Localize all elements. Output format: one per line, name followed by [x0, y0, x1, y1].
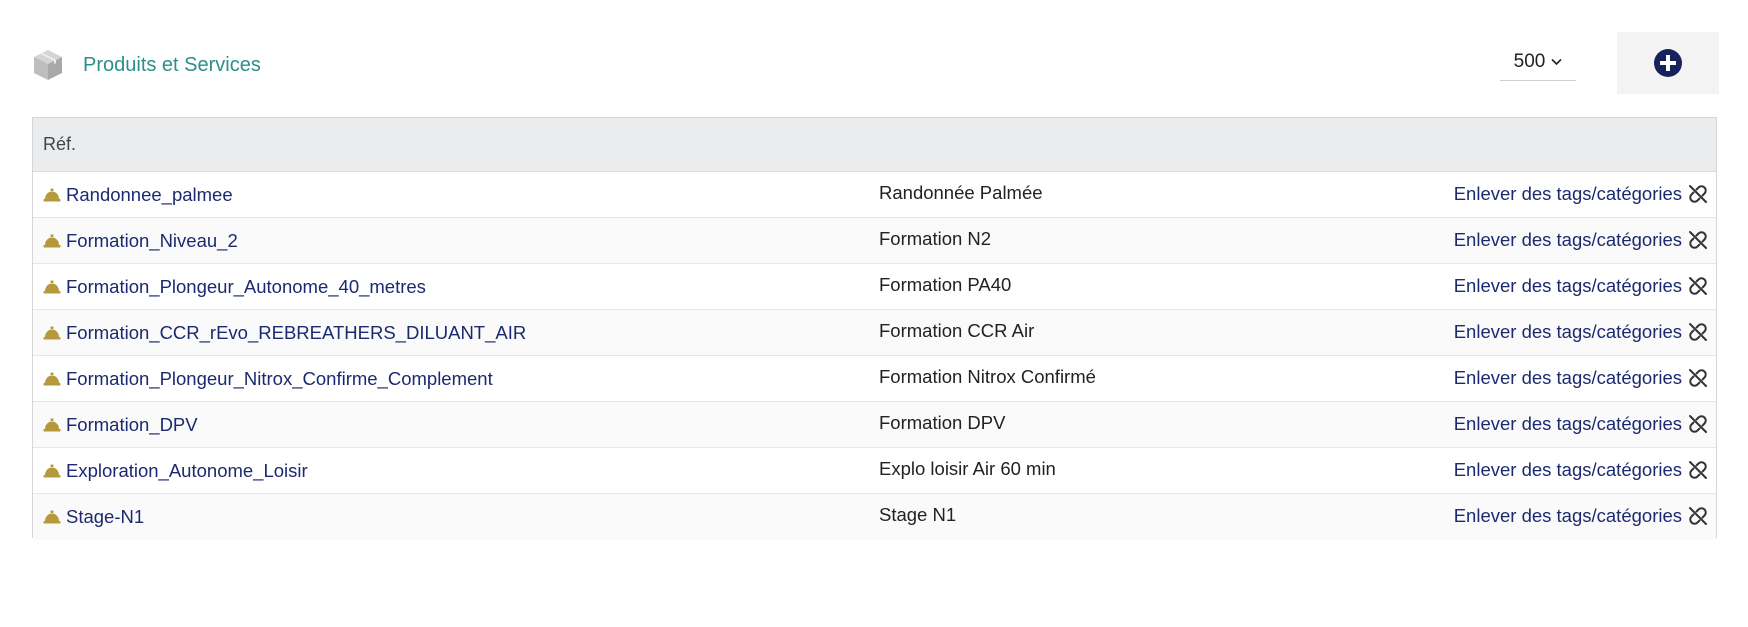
product-ref-link[interactable]: Formation_Niveau_2 — [43, 230, 238, 252]
product-ref: Stage-N1 — [66, 506, 145, 527]
unlink-icon — [1689, 369, 1707, 387]
section-header: Produits et Services 500 — [32, 32, 1719, 94]
service-bell-icon — [43, 280, 61, 294]
unlink-icon — [1689, 231, 1707, 249]
remove-tags-link[interactable]: Enlever des tags/catégories — [1454, 367, 1708, 389]
table-row: Randonnee_palmee Randonnée Palmée Enleve… — [33, 172, 1716, 218]
product-ref-link[interactable]: Exploration_Autonome_Loisir — [43, 460, 308, 482]
remove-tags-label: Enlever des tags/catégories — [1453, 321, 1682, 342]
plus-circle-icon — [1654, 49, 1682, 77]
product-label: Formation DPV — [879, 412, 1006, 433]
page-size-select[interactable]: 500 — [1500, 44, 1576, 81]
page-size-value: 500 — [1513, 51, 1546, 72]
table-row: Formation_Niveau_2 Formation N2 Enlever … — [33, 218, 1716, 264]
product-ref-link[interactable]: Formation_Plongeur_Nitrox_Confirme_Compl… — [43, 368, 493, 390]
product-ref: Exploration_Autonome_Loisir — [66, 460, 308, 481]
product-ref: Formation_Plongeur_Autonome_40_metres — [66, 276, 426, 297]
unlink-icon — [1689, 277, 1707, 295]
product-label: Formation PA40 — [879, 274, 1012, 295]
service-bell-icon — [43, 418, 61, 432]
remove-tags-link[interactable]: Enlever des tags/catégories — [1454, 183, 1708, 205]
remove-tags-link[interactable]: Enlever des tags/catégories — [1454, 321, 1708, 343]
product-ref: Formation_Plongeur_Nitrox_Confirme_Compl… — [66, 368, 493, 389]
product-label: Explo loisir Air 60 min — [879, 458, 1056, 479]
table-body: Randonnee_palmee Randonnée Palmée Enleve… — [33, 172, 1716, 540]
remove-tags-link[interactable]: Enlever des tags/catégories — [1454, 229, 1708, 251]
products-table: Réf. Randonnee_palmee Randonnée Palmée E… — [32, 117, 1717, 540]
table-row: Formation_CCR_rEvo_REBREATHERS_DILUANT_A… — [33, 310, 1716, 356]
remove-tags-link[interactable]: Enlever des tags/catégories — [1454, 505, 1708, 527]
page-title[interactable]: Produits et Services — [83, 54, 261, 77]
add-button[interactable] — [1617, 32, 1719, 94]
table-row: Formation_DPV Formation DPV Enlever des … — [33, 402, 1716, 448]
service-bell-icon — [43, 372, 61, 386]
product-ref-link[interactable]: Randonnee_palmee — [43, 184, 233, 206]
unlink-icon — [1689, 507, 1707, 525]
chevron-down-icon — [1551, 58, 1562, 66]
product-ref-link[interactable]: Stage-N1 — [43, 506, 144, 528]
table-row: Stage-N1 Stage N1 Enlever des tags/catég… — [33, 494, 1716, 540]
service-bell-icon — [43, 234, 61, 248]
product-label: Randonnée Palmée — [879, 182, 1043, 203]
unlink-icon — [1689, 185, 1707, 203]
remove-tags-link[interactable]: Enlever des tags/catégories — [1454, 413, 1708, 435]
product-ref-link[interactable]: Formation_DPV — [43, 414, 198, 436]
service-bell-icon — [43, 510, 61, 524]
table-row: Formation_Plongeur_Autonome_40_metres Fo… — [33, 264, 1716, 310]
remove-tags-label: Enlever des tags/catégories — [1453, 275, 1682, 296]
product-ref: Formation_CCR_rEvo_REBREATHERS_DILUANT_A… — [66, 322, 527, 343]
unlink-icon — [1689, 461, 1707, 479]
table-row: Formation_Plongeur_Nitrox_Confirme_Compl… — [33, 356, 1716, 402]
product-ref-link[interactable]: Formation_Plongeur_Autonome_40_metres — [43, 276, 426, 298]
table-row: Exploration_Autonome_Loisir Explo loisir… — [33, 448, 1716, 494]
box-icon — [34, 50, 62, 80]
unlink-icon — [1689, 415, 1707, 433]
product-label: Formation CCR Air — [879, 320, 1035, 341]
remove-tags-label: Enlever des tags/catégories — [1453, 413, 1682, 434]
remove-tags-label: Enlever des tags/catégories — [1453, 459, 1682, 480]
table-header: Réf. — [33, 118, 1716, 172]
service-bell-icon — [43, 464, 61, 478]
service-bell-icon — [43, 188, 61, 202]
remove-tags-label: Enlever des tags/catégories — [1453, 229, 1682, 250]
product-label: Formation N2 — [879, 228, 992, 249]
product-ref: Formation_DPV — [66, 414, 198, 435]
remove-tags-label: Enlever des tags/catégories — [1453, 505, 1682, 526]
column-header-ref[interactable]: Réf. — [43, 134, 76, 155]
remove-tags-label: Enlever des tags/catégories — [1453, 367, 1682, 388]
remove-tags-link[interactable]: Enlever des tags/catégories — [1454, 275, 1708, 297]
product-label: Formation Nitrox Confirmé — [879, 366, 1096, 387]
product-ref: Formation_Niveau_2 — [66, 230, 238, 251]
product-ref-link[interactable]: Formation_CCR_rEvo_REBREATHERS_DILUANT_A… — [43, 322, 526, 344]
product-label: Stage N1 — [879, 504, 957, 525]
remove-tags-link[interactable]: Enlever des tags/catégories — [1454, 459, 1708, 481]
service-bell-icon — [43, 326, 61, 340]
product-ref: Randonnee_palmee — [66, 184, 233, 205]
unlink-icon — [1689, 323, 1707, 341]
remove-tags-label: Enlever des tags/catégories — [1453, 183, 1682, 204]
